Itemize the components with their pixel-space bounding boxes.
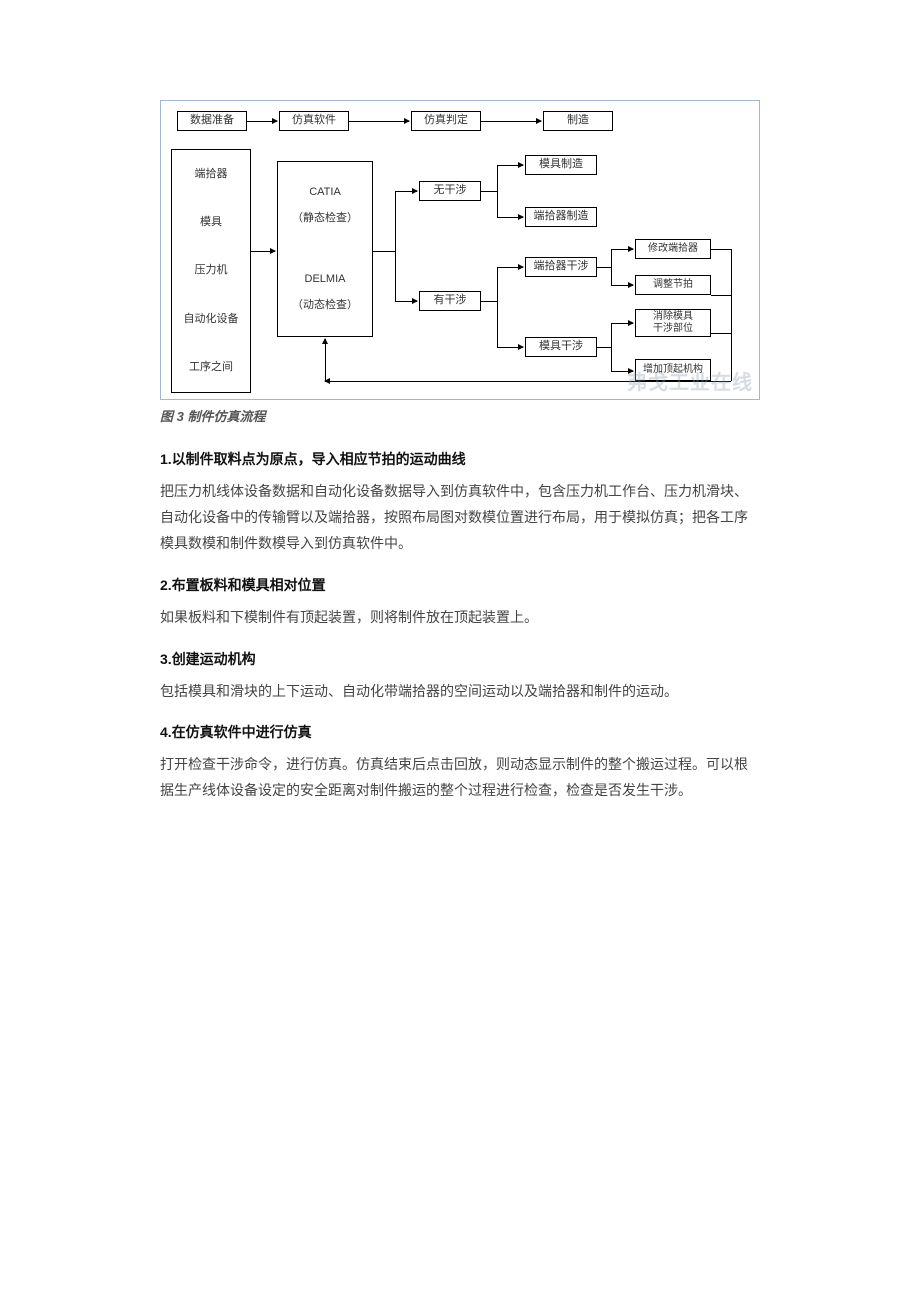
software-group: CATIA （静态检查） DELMIA （动态检查） [277,161,373,337]
figure-caption: 图 3 制件仿真流程 [160,406,760,425]
flowchart: 数据准备 仿真软件 仿真判定 制造 端拾器 模具 压力机 自动化设备 工序之间 [160,100,760,400]
sub-mold-interf: 模具干涉 [525,337,597,357]
section-3-body: 包括模具和滑块的上下运动、自动化带端拾器的空间运动以及端拾器和制件的运动。 [160,679,760,705]
input-end-effector: 端拾器 [172,168,250,181]
node-sim-software: 仿真软件 [279,111,349,131]
leaf-remove-mold-interf: 消除模具 干涉部位 [635,309,711,337]
software-catia: CATIA （静态检查） [278,173,372,239]
software-delmia: DELMIA （动态检查） [278,260,372,326]
leaf-adjust-takt: 调整节拍 [635,275,711,295]
section-3-heading: 3.创建运动机构 [160,649,760,669]
leaf-modify-ee: 修改端拾器 [635,239,711,259]
branch-has-interf: 有干涉 [419,291,481,311]
out-ee-mfg: 端拾器制造 [525,207,597,227]
input-group: 端拾器 模具 压力机 自动化设备 工序之间 [171,149,251,393]
section-2-heading: 2.布置板料和模具相对位置 [160,575,760,595]
section-2-body: 如果板料和下模制件有顶起装置，则将制件放在顶起装置上。 [160,605,760,631]
input-press: 压力机 [172,264,250,277]
section-4-heading: 4.在仿真软件中进行仿真 [160,722,760,742]
input-automation: 自动化设备 [172,313,250,326]
node-data-prep: 数据准备 [177,111,247,131]
input-mold: 模具 [172,216,250,229]
flowchart-figure: 数据准备 仿真软件 仿真判定 制造 端拾器 模具 压力机 自动化设备 工序之间 [160,100,760,425]
section-1-heading: 1.以制件取料点为原点，导入相应节拍的运动曲线 [160,449,760,469]
out-mold-mfg: 模具制造 [525,155,597,175]
section-4-body: 打开检查干涉命令，进行仿真。仿真结束后点击回放，则动态显示制件的整个搬运过程。可… [160,752,760,804]
sub-ee-interf: 端拾器干涉 [525,257,597,277]
input-between-proc: 工序之间 [172,361,250,374]
section-1-body: 把压力机线体设备数据和自动化设备数据导入到仿真软件中，包含压力机工作台、压力机滑… [160,479,760,557]
branch-no-interf: 无干涉 [419,181,481,201]
node-manufacture: 制造 [543,111,613,131]
leaf-add-lifting: 增加顶起机构 [635,359,711,381]
node-sim-judge: 仿真判定 [411,111,481,131]
